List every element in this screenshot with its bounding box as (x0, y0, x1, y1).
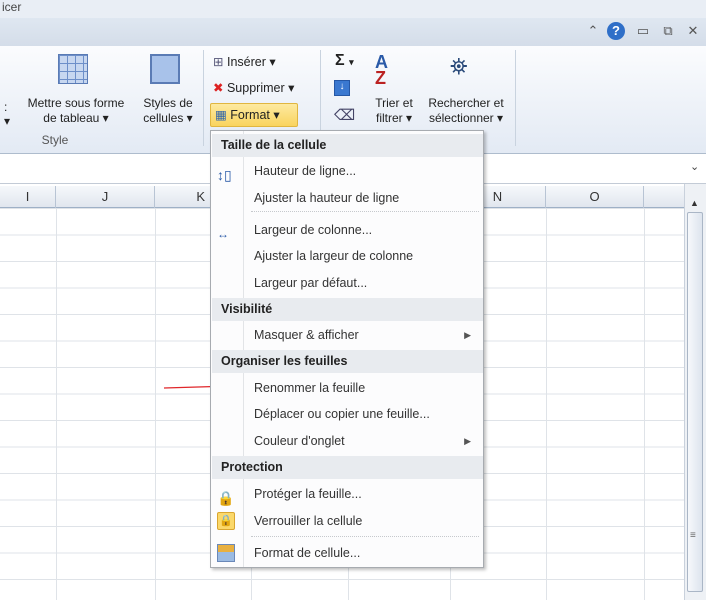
submenu-arrow-icon: ▶ (464, 436, 471, 446)
menu-item-rename-sheet[interactable]: Renommer la feuille (212, 375, 483, 401)
cell-styles-icon[interactable] (150, 54, 180, 84)
column-width-icon: ↔ (217, 227, 229, 241)
menu-item-autofit-column-width[interactable]: Ajuster la largeur de colonne (212, 243, 483, 269)
gridline (644, 208, 645, 600)
clear-icon[interactable]: ⌫ (334, 106, 355, 124)
cell-styles-button[interactable]: Styles de cellules ▾ (136, 96, 200, 126)
column-header-i[interactable]: I (0, 186, 56, 208)
column-header-o[interactable]: O (546, 186, 644, 208)
menu-item-column-width[interactable]: ↔ Largeur de colonne... (212, 217, 483, 243)
ribbon-collapse-icon[interactable]: ⌃ (584, 22, 602, 40)
menu-item-move-copy-sheet[interactable]: Déplacer ou copier une feuille... (212, 401, 483, 427)
style-group-label: Style (41, 133, 69, 147)
delete-button[interactable]: ✖ Supprimer ▾ (213, 80, 294, 95)
menu-item-tab-color[interactable]: Couleur d'onglet ▶ (212, 428, 483, 454)
menu-item-hide-unhide[interactable]: Masquer & afficher ▶ (212, 322, 483, 348)
format-as-table-icon[interactable] (58, 54, 88, 84)
gridline (546, 208, 547, 600)
menu-item-default-width[interactable]: Largeur par défaut... (212, 270, 483, 296)
format-dropdown-menu: Taille de la cellule ↕▯ Hauteur de ligne.… (210, 130, 484, 568)
format-as-table-button[interactable]: Mettre sous forme de tableau ▾ (16, 96, 136, 126)
find-select-button[interactable]: Rechercher et sélectionner ▾ (420, 96, 512, 126)
autosum-button[interactable]: Σ ▾ (335, 52, 354, 70)
menu-item-row-height[interactable]: ↕▯ Hauteur de ligne... (212, 158, 483, 184)
column-header-j[interactable]: J (56, 186, 155, 208)
insert-button[interactable]: ⊞ Insérer ▾ (213, 54, 276, 69)
gridline (56, 208, 57, 600)
gridline (155, 208, 156, 600)
submenu-arrow-icon: ▶ (464, 330, 471, 340)
delete-icon: ✖ (213, 81, 224, 95)
sort-filter-icon[interactable]: AZ (375, 53, 388, 87)
window-title: icer (2, 0, 22, 14)
format-icon: ▦ (215, 108, 227, 122)
row-height-icon: ↕▯ (217, 167, 232, 183)
protect-sheet-icon: 🔒 (217, 490, 235, 506)
insert-icon: ⊞ (213, 55, 224, 69)
menu-item-autofit-row-height[interactable]: Ajuster la hauteur de ligne (212, 185, 483, 211)
fill-icon[interactable]: ↓ (334, 80, 350, 96)
menu-item-format-cells[interactable]: Format de cellule... (212, 540, 483, 566)
format-cells-icon (217, 544, 235, 562)
group-separator (515, 50, 516, 146)
menu-header-cell-size: Taille de la cellule (212, 134, 483, 157)
menu-header-organize-sheets: Organiser les feuilles (212, 350, 483, 373)
help-icon[interactable]: ? (607, 22, 625, 40)
close-icon[interactable]: ✕ (684, 22, 702, 40)
title-bar: icer (0, 0, 706, 18)
binoculars-icon[interactable]: ⛯ (450, 54, 468, 80)
menu-header-visibility: Visibilité (212, 298, 483, 321)
scroll-grip-icon: ≡ (690, 530, 696, 541)
menu-item-protect-sheet[interactable]: 🔒 Protéger la feuille... (212, 481, 483, 507)
sort-filter-button[interactable]: Trier et filtrer ▾ (368, 96, 420, 126)
cut-off-label: : ▾ (4, 100, 11, 128)
format-button-label[interactable]: ▦ Format ▾ (215, 107, 280, 122)
scroll-up-icon[interactable]: ▲ (690, 198, 699, 208)
formula-bar-expand-icon[interactable]: ⌄ (690, 160, 699, 173)
restore-icon[interactable]: ⧉ (659, 22, 677, 40)
minimize-icon[interactable]: ▭ (634, 22, 652, 40)
group-separator (203, 50, 204, 146)
lock-cell-icon: 🔒 (217, 512, 235, 530)
menu-header-protection: Protection (212, 456, 483, 479)
menu-item-lock-cell[interactable]: 🔒 Verrouiller la cellule (212, 508, 483, 534)
